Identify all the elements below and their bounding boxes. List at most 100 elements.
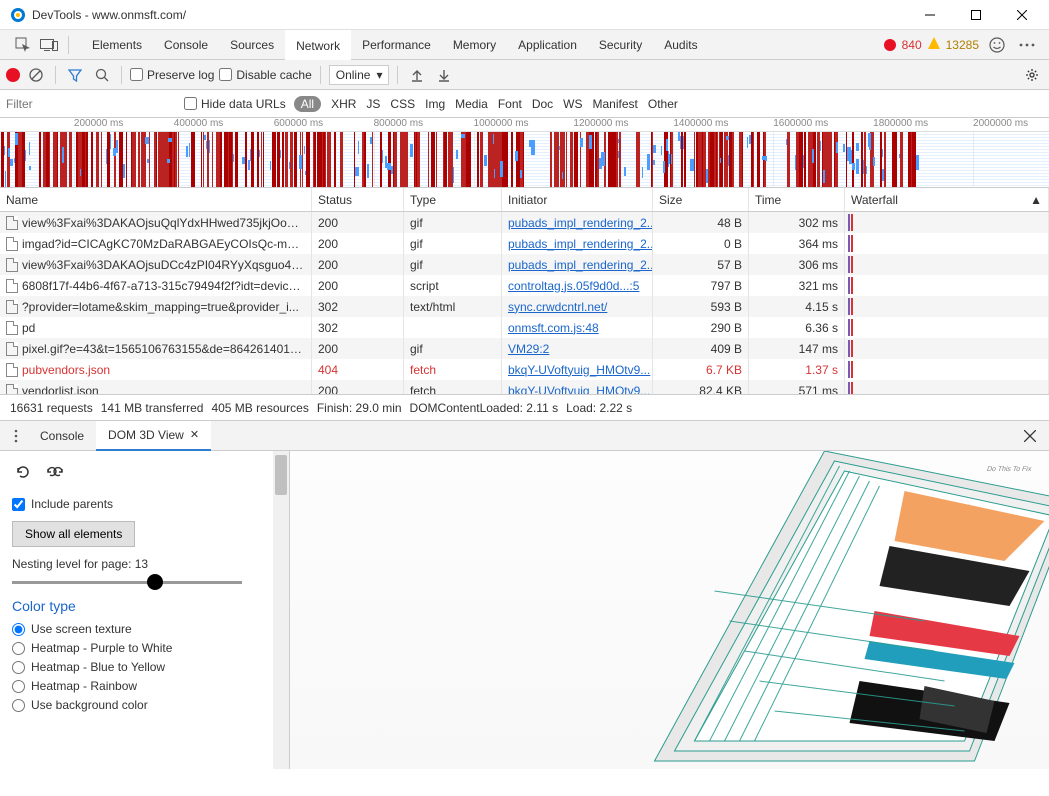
disable-cache-checkbox[interactable]: Disable cache [219, 68, 311, 82]
titlebar: DevTools - www.onmsft.com/ [0, 0, 1049, 30]
show-all-elements-button[interactable]: Show all elements [12, 521, 135, 547]
tab-memory[interactable]: Memory [442, 30, 507, 60]
filter-type-doc[interactable]: Doc [532, 97, 553, 111]
table-row[interactable]: view%3Fxai%3DAKAOjsuDCc4zPI04RYyXqsguo48… [0, 254, 1049, 275]
export-har-icon[interactable] [433, 64, 455, 86]
drawer-menu-icon[interactable] [4, 429, 28, 443]
filter-icon[interactable] [64, 64, 86, 86]
table-row[interactable]: ?provider=lotame&skim_mapping=true&provi… [0, 296, 1049, 317]
throttling-select[interactable]: Online ▾ [329, 65, 390, 85]
table-row[interactable]: 6808f17f-44b6-4f67-a713-315c79494f2f?idt… [0, 275, 1049, 296]
tab-sources[interactable]: Sources [219, 30, 285, 60]
file-icon [6, 216, 18, 230]
table-row[interactable]: imgad?id=CICAgKC70MzDaRABGAEyCOIsQc-mesr… [0, 233, 1049, 254]
filter-type-ws[interactable]: WS [563, 97, 582, 111]
disable-cache-label: Disable cache [236, 68, 311, 82]
header-name[interactable]: Name [0, 188, 312, 211]
initiator-link[interactable]: pubads_impl_rendering_2... [502, 212, 653, 233]
table-row[interactable]: pixel.gif?e=43&t=1565106763155&de=864261… [0, 338, 1049, 359]
summary-finish: Finish: 29.0 min [317, 401, 402, 415]
settings-icon[interactable] [1021, 64, 1043, 86]
feedback-icon[interactable] [985, 33, 1009, 57]
include-parents-checkbox[interactable]: Include parents [12, 497, 277, 511]
filter-type-js[interactable]: JS [366, 97, 380, 111]
initiator-link[interactable]: onmsft.com.js:48 [502, 317, 653, 338]
filter-type-all[interactable]: All [294, 96, 321, 112]
import-har-icon[interactable] [406, 64, 428, 86]
filter-type-media[interactable]: Media [455, 97, 488, 111]
filter-type-xhr[interactable]: XHR [331, 97, 356, 111]
summary-resources: 405 MB resources [211, 401, 308, 415]
initiator-link[interactable]: bkqY-UVoftyuig_HMOtv9... [502, 380, 653, 394]
warning-count[interactable]: 13285 [946, 38, 979, 52]
error-count[interactable]: 840 [902, 38, 922, 52]
more-icon[interactable] [1015, 33, 1039, 57]
filter-type-manifest[interactable]: Manifest [593, 97, 638, 111]
radio-heatmap-purple[interactable]: Heatmap - Purple to White [12, 641, 277, 655]
filter-type-other[interactable]: Other [648, 97, 678, 111]
tab-network[interactable]: Network [285, 30, 351, 60]
file-icon [6, 258, 18, 272]
retake-snapshot-icon[interactable] [12, 461, 34, 483]
filter-type-css[interactable]: CSS [390, 97, 415, 111]
filter-type-font[interactable]: Font [498, 97, 522, 111]
close-tab-icon[interactable]: ✕ [190, 428, 199, 441]
preserve-log-checkbox[interactable]: Preserve log [130, 68, 214, 82]
filter-input[interactable] [6, 97, 176, 111]
dom3d-viewport[interactable]: Do This To Fix MSFT [290, 451, 1049, 769]
preserve-log-label: Preserve log [147, 68, 214, 82]
table-row[interactable]: pd302onmsft.com.js:48290 B6.36 s [0, 317, 1049, 338]
drawer-close-icon[interactable] [1015, 430, 1045, 442]
record-button[interactable] [6, 68, 20, 82]
initiator-link[interactable]: pubads_impl_rendering_2... [502, 254, 653, 275]
drawer-tab-dom3d[interactable]: DOM 3D View✕ [96, 421, 211, 451]
initiator-link[interactable]: sync.crwdcntrl.net/ [502, 296, 653, 317]
svg-text:Do This To Fix: Do This To Fix [986, 465, 1033, 473]
tab-audits[interactable]: Audits [653, 30, 708, 60]
nesting-level-label: Nesting level for page: 13 [12, 557, 277, 571]
drawer-tab-console[interactable]: Console [28, 421, 96, 451]
reset-view-icon[interactable] [44, 461, 66, 483]
filter-type-img[interactable]: Img [425, 97, 445, 111]
slider-thumb[interactable] [147, 574, 163, 590]
hide-data-urls-checkbox[interactable]: Hide data URLs [184, 97, 286, 111]
radio-background-color[interactable]: Use background color [12, 698, 277, 712]
header-time[interactable]: Time [749, 188, 845, 211]
table-body[interactable]: view%3Fxai%3DAKAOjsuQqlYdxHHwed735jkjOoB… [0, 212, 1049, 394]
clear-icon[interactable] [25, 64, 47, 86]
table-row[interactable]: vendorlist.json200fetchbkqY-UVoftyuig_HM… [0, 380, 1049, 394]
initiator-link[interactable]: pubads_impl_rendering_2... [502, 233, 653, 254]
tab-elements[interactable]: Elements [81, 30, 153, 60]
header-type[interactable]: Type [404, 188, 502, 211]
minimize-button[interactable] [907, 0, 953, 30]
close-button[interactable] [999, 0, 1045, 30]
sidebar-scrollbar[interactable] [273, 451, 289, 769]
inspect-icon[interactable] [12, 34, 34, 56]
hide-data-urls-label: Hide data URLs [201, 97, 286, 111]
header-initiator[interactable]: Initiator [502, 188, 653, 211]
tab-performance[interactable]: Performance [351, 30, 442, 60]
radio-screen-texture[interactable]: Use screen texture [12, 622, 277, 636]
header-status[interactable]: Status [312, 188, 404, 211]
initiator-link[interactable]: bkqY-UVoftyuig_HMOtv9... [502, 359, 653, 380]
header-waterfall[interactable]: Waterfall▲ [845, 188, 1049, 211]
radio-heatmap-rainbow[interactable]: Heatmap - Rainbow [12, 679, 277, 693]
file-icon [6, 384, 18, 395]
radio-heatmap-blue[interactable]: Heatmap - Blue to Yellow [12, 660, 277, 674]
svg-text:MSFT: MSFT [934, 502, 971, 516]
nesting-slider[interactable] [12, 581, 242, 584]
timeline-tick: 1400000 ms [673, 118, 728, 129]
file-icon [6, 363, 18, 377]
device-toggle-icon[interactable] [38, 34, 60, 56]
tab-application[interactable]: Application [507, 30, 588, 60]
tab-console[interactable]: Console [153, 30, 219, 60]
timeline-overview[interactable]: 200000 ms400000 ms600000 ms800000 ms1000… [0, 118, 1049, 188]
header-size[interactable]: Size [653, 188, 749, 211]
maximize-button[interactable] [953, 0, 999, 30]
initiator-link[interactable]: VM29:2 [502, 338, 653, 359]
table-row[interactable]: pubvendors.json404fetchbkqY-UVoftyuig_HM… [0, 359, 1049, 380]
search-icon[interactable] [91, 64, 113, 86]
initiator-link[interactable]: controltag.js.05f9d0d...:5 [502, 275, 653, 296]
table-row[interactable]: view%3Fxai%3DAKAOjsuQqlYdxHHwed735jkjOoB… [0, 212, 1049, 233]
tab-security[interactable]: Security [588, 30, 653, 60]
